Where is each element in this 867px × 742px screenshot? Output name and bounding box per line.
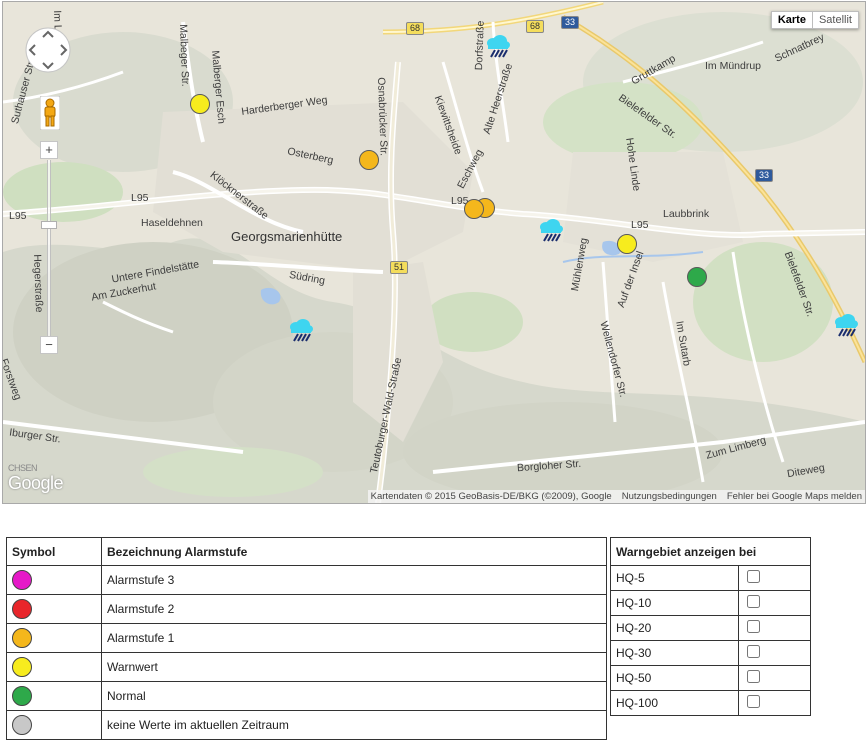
rain-gauge-icon[interactable] [538,218,564,242]
map-type-control: Karte Satellit [770,11,859,29]
legend-label: Warnwert [101,652,607,682]
label-laubbrink: Laubbrink [663,208,710,220]
legend-row: Alarmstufe 1 [6,623,607,653]
warngebiet-checkbox-hq-5[interactable] [747,570,760,583]
legend-symbol-alarmstufe-2 [12,599,32,619]
zoom-slider-handle[interactable] [41,221,57,229]
zoom-out-button[interactable]: − [40,336,58,354]
label-l95-far-east: L95 [631,219,649,231]
legend-symbol-normal [12,686,32,706]
station-marker-normal[interactable] [687,267,707,287]
warngebiet-row: HQ-10 [610,590,811,616]
road-shield-68-west: 68 [406,22,425,35]
road-shield-68-east: 68 [526,20,545,33]
map-label-fragment: CHSEN [8,463,38,473]
legend-header-symbol: Symbol [6,537,102,566]
legend-label: Alarmstufe 2 [101,594,607,624]
label-georgsmarienhuette: Georgsmarienhütte [231,229,343,244]
legend-label: Alarmstufe 3 [101,565,607,595]
warngebiet-row: HQ-5 [610,565,811,591]
warngebiet-label: HQ-20 [610,615,739,641]
legend-header-name: Bezeichnung Alarmstufe [101,537,607,566]
report-error-link[interactable]: Fehler bei Google Maps melden [727,491,862,502]
map-type-satellit-button[interactable]: Satellit [812,11,859,29]
warngebiet-checkbox-hq-30[interactable] [747,645,760,658]
legend-label: Alarmstufe 1 [101,623,607,653]
label-im-muendrup: Im Mündrup [705,60,762,72]
label-malbeger-str: Malbeger Str. [177,24,192,87]
legend-symbol-alarmstufe-3 [12,570,32,590]
warngebiet-label: HQ-5 [610,565,739,591]
legend-row: Alarmstufe 3 [6,565,607,595]
rain-gauge-icon[interactable] [485,34,511,58]
warngebiet-table: Warngebiet anzeigen bei HQ-5 HQ-10 HQ-20… [610,537,811,716]
warngebiet-checkbox-hq-50[interactable] [747,670,760,683]
label-hegerstrasse: Hegerstraße [31,254,46,313]
legend-label: keine Werte im aktuellen Zeitraum [101,710,607,740]
warngebiet-checkbox-hq-100[interactable] [747,695,760,708]
station-marker-warnwert[interactable] [190,94,210,114]
map-background [3,2,865,503]
rain-gauge-icon[interactable] [833,313,859,337]
legend-symbol-keine-werte [12,715,32,735]
warngebiet-checkbox-hq-10[interactable] [747,595,760,608]
legend-row: Normal [6,681,607,711]
station-marker-alarmstufe-1[interactable] [464,199,484,219]
station-marker-warnwert[interactable] [617,234,637,254]
map-attribution: Kartendaten © 2015 GeoBasis-DE/BKG (©200… [367,490,865,503]
pan-control[interactable] [24,26,72,74]
rain-gauge-icon[interactable] [288,318,314,342]
legend-row: keine Werte im aktuellen Zeitraum [6,710,607,740]
warngebiet-row: HQ-100 [610,690,811,716]
map-canvas[interactable]: Georgsmarienhütte Im Loh Suthauser Str. … [2,1,866,504]
zoom-in-button[interactable]: + [40,141,58,159]
warngebiet-label: HQ-10 [610,590,739,616]
label-l95-west: L95 [9,210,27,222]
warngebiet-label: HQ-100 [610,690,739,716]
pegman-icon[interactable] [40,96,60,130]
warngebiet-row: HQ-20 [610,615,811,641]
label-haseldehnen: Haseldehnen [141,217,203,229]
warngebiet-label: HQ-30 [610,640,739,666]
road-shield-33-south: 33 [755,169,774,182]
warngebiet-label: HQ-50 [610,665,739,691]
warngebiet-checkbox-hq-20[interactable] [747,620,760,633]
alarm-legend-table: Symbol Bezeichnung Alarmstufe Alarmstufe… [6,537,607,740]
zoom-slider-track[interactable] [47,160,51,336]
terms-link[interactable]: Nutzungsbedingungen [622,491,717,502]
warngebiet-header: Warngebiet anzeigen bei [610,537,811,566]
map-type-karte-button[interactable]: Karte [770,11,813,29]
legend-header-row: Symbol Bezeichnung Alarmstufe [6,537,607,566]
station-marker-alarmstufe-1[interactable] [359,150,379,170]
google-logo[interactable]: CHSEN Google [8,463,64,494]
road-shield-33-north: 33 [561,16,580,29]
warngebiet-row: HQ-50 [610,665,811,691]
warngebiet-header-row: Warngebiet anzeigen bei [610,537,811,566]
legend-row: Alarmstufe 2 [6,594,607,624]
warngebiet-row: HQ-30 [610,640,811,666]
legend-row: Warnwert [6,652,607,682]
attribution-data-text: Kartendaten © 2015 GeoBasis-DE/BKG (©200… [370,491,612,502]
label-l95-center: L95 [131,192,149,204]
legend-symbol-warnwert [12,657,32,677]
road-shield-51: 51 [390,261,409,274]
legend-label: Normal [101,681,607,711]
legend-symbol-alarmstufe-1 [12,628,32,648]
